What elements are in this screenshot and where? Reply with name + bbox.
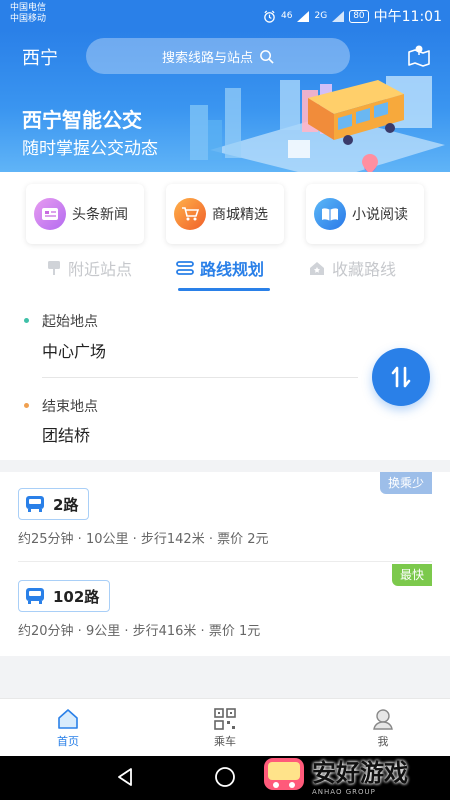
tab-home-label: 首页: [57, 735, 79, 748]
watermark-text-block: 安好游戏 ANHAO GROUP: [312, 753, 408, 796]
news-icon: [34, 198, 66, 230]
route-planner-form: 起始地点 中心广场 结束地点 团结桥: [0, 300, 450, 460]
start-label: 起始地点: [42, 314, 98, 330]
city-selector[interactable]: 西宁: [22, 44, 58, 70]
watermark-logo: 安好游戏 ANHAO GROUP: [262, 748, 450, 800]
route-info-1: 约25分钟 · 10公里 · 步行142米 · 票价 2元: [18, 532, 269, 547]
start-dot: [24, 318, 29, 323]
swap-locations-button[interactable]: [372, 348, 430, 406]
active-tab-indicator: [178, 288, 270, 291]
tab-me[interactable]: 我: [353, 707, 413, 749]
tab-nearby-stops[interactable]: 附近站点: [46, 256, 132, 280]
end-dot: [24, 403, 29, 408]
route-name-2: 102路: [53, 587, 100, 606]
route-info-2: 约20分钟 · 9公里 · 步行416米 · 票价 1元: [18, 624, 261, 639]
bus-icon: [26, 588, 44, 604]
status-icons: 46 2G 80 中午11:01: [263, 6, 442, 26]
shortcut-novel[interactable]: 小说阅读: [306, 184, 424, 244]
gamepad-logo-icon: [264, 758, 304, 790]
clock: 中午11:01: [373, 9, 442, 25]
home-icon: [58, 709, 78, 729]
map-icon[interactable]: [406, 42, 432, 68]
qr-code-icon: [214, 708, 236, 730]
signal-label-b: 2G: [314, 11, 328, 21]
route-tag-1: 换乘少: [379, 472, 432, 494]
cart-icon: [174, 198, 206, 230]
swap-icon: [391, 366, 411, 388]
tab-bar-planner: 附近站点 路线规划 收藏路线: [0, 254, 450, 294]
tab-ride[interactable]: 乘车: [195, 707, 255, 749]
tab-route-planning[interactable]: 路线规划: [176, 256, 264, 280]
quick-section: 头条新闻 商城精选 小说阅读 附近站点 路线规划 收藏路线: [0, 172, 450, 300]
tab-saved-routes[interactable]: 收藏路线: [308, 256, 396, 280]
favorite-icon: [310, 262, 324, 275]
watermark-text: 安好游戏: [312, 758, 408, 787]
start-location-input[interactable]: 中心广场: [42, 338, 106, 362]
bus-icon: [26, 496, 44, 512]
planner-divider: [42, 377, 358, 378]
route-name-1: 2路: [53, 495, 79, 514]
carrier-info: 中国电信 中国移动: [10, 3, 46, 25]
home-nav-icon[interactable]: [214, 766, 236, 788]
search-bar[interactable]: 搜索线路与站点: [86, 38, 350, 74]
tab-me-label: 我: [377, 735, 389, 748]
city-bus-illustration: [190, 76, 445, 172]
status-bar: 中国电信 中国移动 46 2G 80 中午11:01: [0, 0, 450, 30]
end-location-input[interactable]: 团结桥: [42, 422, 90, 446]
route-results: 换乘少 2路 约25分钟 · 10公里 · 步行142米 · 票价 2元 最快 …: [0, 472, 450, 656]
book-icon: [314, 198, 346, 230]
signal-label-a: 46: [281, 11, 293, 21]
tab-nearby-stops-label: 附近站点: [68, 260, 133, 279]
carrier-1: 中国电信: [10, 3, 47, 13]
hero-subtitle: 随时掌握公交动态: [22, 139, 158, 159]
carrier-2: 中国移动: [10, 14, 47, 24]
end-label: 结束地点: [42, 399, 98, 415]
shortcut-news[interactable]: 头条新闻: [26, 184, 144, 244]
route-result-1[interactable]: 换乘少 2路 约25分钟 · 10公里 · 步行142米 · 票价 2元: [0, 472, 450, 562]
watermark-small: ANHAO GROUP: [312, 787, 376, 796]
profile-icon: [373, 709, 393, 730]
signal-icon-2: [332, 10, 345, 22]
search-icon: [260, 49, 274, 64]
tab-ride-label: 乘车: [214, 735, 236, 748]
route-name-chip-2: 102路: [18, 580, 111, 612]
route-name-chip-1: 2路: [18, 488, 90, 520]
hero-title: 西宁智能公交: [22, 108, 142, 132]
shortcut-mall[interactable]: 商城精选: [166, 184, 284, 244]
search-placeholder: 搜索线路与站点: [161, 50, 253, 66]
bus-stop-icon: [48, 261, 60, 275]
shortcut-mall-label: 商城精选: [212, 207, 268, 223]
alarm-icon: [264, 10, 275, 23]
hero-header: 西宁 搜索线路与站点 西宁智能公交 随时掌握公交动态: [0, 30, 450, 172]
tab-route-planning-label: 路线规划: [200, 260, 265, 279]
route-icon: [176, 261, 194, 275]
back-nav-icon[interactable]: [114, 766, 136, 788]
shortcut-news-label: 头条新闻: [72, 207, 128, 223]
shortcut-novel-label: 小说阅读: [352, 207, 408, 223]
battery-indicator: 80: [349, 9, 369, 23]
tab-saved-routes-label: 收藏路线: [332, 260, 397, 279]
signal-icon: [297, 10, 310, 22]
route-result-2[interactable]: 最快 102路 约20分钟 · 9公里 · 步行416米 · 票价 1元: [0, 564, 450, 654]
route-tag-2: 最快: [391, 564, 432, 586]
route-separator: [18, 561, 432, 562]
tab-home[interactable]: 首页: [38, 707, 98, 749]
